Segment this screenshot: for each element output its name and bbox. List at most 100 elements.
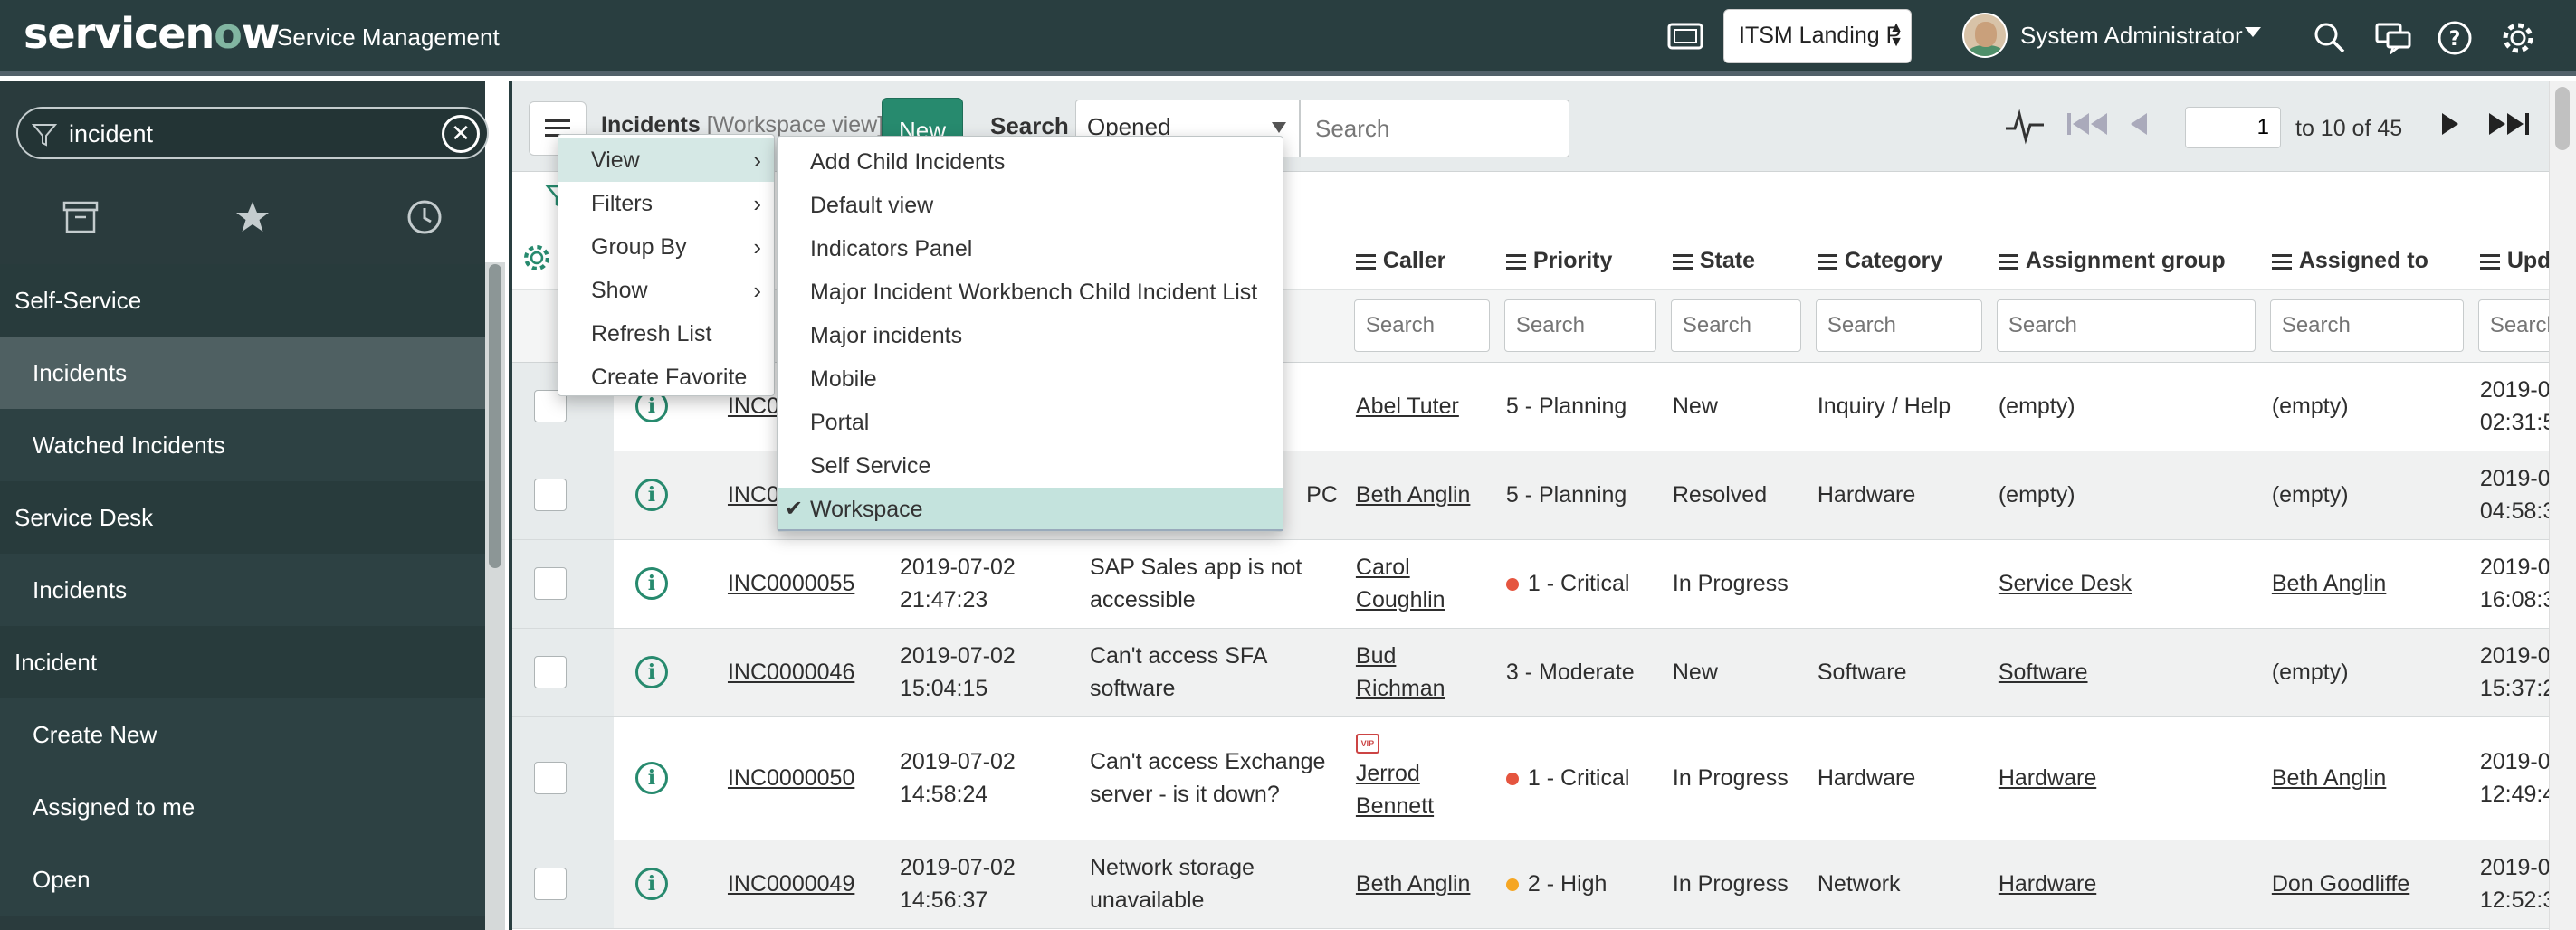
view-option-workspace[interactable]: ✔ Workspace: [778, 488, 1283, 531]
view-option-major-incident-workbench[interactable]: Major Incident Workbench Child Incident …: [778, 270, 1283, 314]
avatar[interactable]: [1962, 13, 2008, 58]
nav-section-self-service[interactable]: Self-Service: [0, 264, 485, 337]
info-icon[interactable]: i: [634, 479, 668, 511]
caller-link[interactable]: Jerrod Bennett: [1356, 761, 1434, 819]
user-menu-caret-icon[interactable]: [2245, 27, 2261, 37]
nav-scrollbar-thumb[interactable]: [489, 264, 501, 568]
row-checkbox[interactable]: [534, 567, 567, 600]
caller-link[interactable]: Beth Anglin: [1356, 482, 1471, 508]
info-icon[interactable]: i: [634, 868, 668, 900]
context-menu-filters[interactable]: Filters ›: [558, 182, 774, 225]
history-tab-icon[interactable]: [344, 190, 505, 244]
incident-number-link[interactable]: INC0000055: [728, 571, 854, 596]
view-option-mobile[interactable]: Mobile: [778, 357, 1283, 401]
view-option-major-incidents[interactable]: Major incidents: [778, 314, 1283, 357]
assigned-to-link[interactable]: Beth Anglin: [2272, 765, 2387, 791]
page-number-input[interactable]: [2185, 107, 2281, 148]
personalize-list-gear-icon[interactable]: [521, 245, 552, 279]
table-row[interactable]: i INC0000049 2019-07-02 14:56:37 Network …: [512, 840, 2576, 929]
column-search-priority[interactable]: [1503, 299, 1656, 352]
nav-section-incident[interactable]: Incident: [0, 626, 485, 698]
caller-link[interactable]: Carol Coughlin: [1356, 555, 1445, 612]
row-checkbox[interactable]: [534, 868, 567, 900]
column-search-state[interactable]: [1670, 299, 1801, 352]
column-header-category[interactable]: Category: [1808, 233, 1989, 290]
column-header-priority[interactable]: Priority: [1496, 233, 1664, 290]
priority-cell: 1 - Critical: [1496, 539, 1664, 629]
table-row[interactable]: i INC0000055 2019-07-02 21:47:23 SAP Sale…: [512, 539, 2576, 629]
clear-filter-icon[interactable]: ✕: [442, 115, 480, 153]
nav-item-create-new[interactable]: Create New: [0, 698, 485, 771]
favorites-tab-icon[interactable]: [172, 190, 333, 244]
all-apps-tab-icon[interactable]: [0, 190, 161, 244]
activity-icon[interactable]: [2004, 109, 2046, 149]
column-search-assigned-to[interactable]: [2269, 299, 2464, 352]
row-checkbox[interactable]: [534, 479, 567, 511]
view-option-indicators-panel[interactable]: Indicators Panel: [778, 227, 1283, 270]
table-row[interactable]: i INC0000046 2019-07-02 15:04:15 Can't ac…: [512, 628, 2576, 717]
column-header-caller[interactable]: Caller: [1346, 233, 1497, 290]
context-menu-group-by[interactable]: Group By ›: [558, 225, 774, 269]
row-checkbox[interactable]: [534, 762, 567, 794]
list-scrollbar-thumb[interactable]: [2555, 87, 2570, 150]
incident-number-link[interactable]: INC0000046: [728, 660, 854, 685]
nav-item-incidents[interactable]: Incidents: [0, 337, 485, 409]
last-page-icon[interactable]: [2485, 109, 2531, 144]
column-header-assignment-group[interactable]: Assignment group: [1989, 233, 2263, 290]
assigned-to-link[interactable]: Don Goodliffe: [2272, 871, 2409, 897]
chevron-right-icon: ›: [753, 147, 761, 174]
chat-icon[interactable]: [2373, 18, 2413, 58]
caller-link[interactable]: Bud Richman: [1356, 643, 1445, 701]
search-input[interactable]: [1300, 100, 1569, 157]
column-search-assignment-group[interactable]: [1996, 299, 2256, 352]
next-page-icon[interactable]: [2438, 109, 2464, 144]
chevron-right-icon: ›: [753, 277, 761, 304]
list-scrollbar[interactable]: [2549, 81, 2576, 930]
assignment-group-link[interactable]: Hardware: [1999, 871, 2096, 897]
context-menu-show[interactable]: Show ›: [558, 269, 774, 312]
previous-page-icon[interactable]: [2125, 109, 2151, 144]
context-menu-view[interactable]: View ›: [558, 138, 774, 182]
dashboard-select[interactable]: ITSM Landing P ▲ ▼: [1723, 9, 1912, 63]
first-page-icon[interactable]: [2066, 109, 2111, 144]
category-cell: [1808, 539, 1989, 629]
context-menu-refresh-list[interactable]: Refresh List: [558, 312, 774, 356]
table-row[interactable]: i INC0000050 2019-07-02 14:58:24 Can't ac…: [512, 716, 2576, 840]
assigned-to-link[interactable]: Beth Anglin: [2272, 571, 2387, 596]
column-header-state[interactable]: State: [1663, 233, 1808, 290]
view-option-add-child-incidents[interactable]: Add Child Incidents: [778, 140, 1283, 184]
caller-link[interactable]: Abel Tuter: [1356, 394, 1459, 419]
column-search-caller[interactable]: [1353, 299, 1490, 352]
svg-text:?: ?: [2449, 28, 2461, 51]
assignment-group-link[interactable]: Hardware: [1999, 765, 2096, 791]
column-header-assigned-to[interactable]: Assigned to: [2262, 233, 2471, 290]
priority-cell: 1 - Critical: [1496, 716, 1664, 840]
servicenow-logo[interactable]: servicenow: [24, 9, 280, 58]
column-search-category[interactable]: [1815, 299, 1982, 352]
row-checkbox[interactable]: [534, 656, 567, 688]
context-menu-create-favorite[interactable]: Create Favorite: [558, 356, 774, 399]
view-option-self-service[interactable]: Self Service: [778, 444, 1283, 488]
incident-number-link[interactable]: INC0000049: [728, 871, 854, 897]
view-option-default-view[interactable]: Default view: [778, 184, 1283, 227]
nav-item-watched-incidents[interactable]: Watched Incidents: [0, 409, 485, 481]
view-option-portal[interactable]: Portal: [778, 401, 1283, 444]
nav-section-service-desk[interactable]: Service Desk: [0, 481, 485, 554]
search-icon[interactable]: [2310, 18, 2350, 58]
screen-icon[interactable]: [1665, 18, 1705, 58]
gear-icon[interactable]: [2498, 18, 2538, 58]
info-icon[interactable]: i: [634, 656, 668, 688]
info-icon[interactable]: i: [634, 567, 668, 600]
nav-item-assigned-to-me[interactable]: Assigned to me: [0, 771, 485, 843]
user-name[interactable]: System Administrator: [2020, 22, 2243, 50]
help-icon[interactable]: ?: [2435, 18, 2475, 58]
category-cell: Software: [1808, 628, 1989, 717]
assignment-group-link[interactable]: Service Desk: [1999, 571, 2132, 596]
nav-item-open[interactable]: Open: [0, 843, 485, 916]
info-icon[interactable]: i: [634, 762, 668, 794]
nav-filter-input[interactable]: [69, 119, 413, 148]
assignment-group-link[interactable]: Software: [1999, 660, 2088, 685]
incident-number-link[interactable]: INC0000050: [728, 765, 854, 791]
nav-item-incidents[interactable]: Incidents: [0, 554, 485, 626]
caller-link[interactable]: Beth Anglin: [1356, 871, 1471, 897]
